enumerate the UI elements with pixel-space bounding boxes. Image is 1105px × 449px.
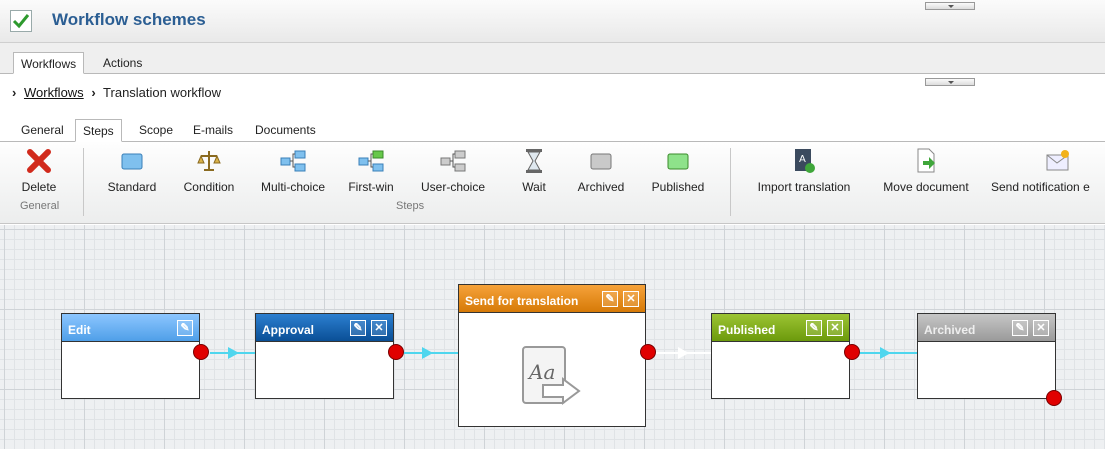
move-document-button[interactable]: Move document <box>870 148 982 194</box>
collapse-handle[interactable] <box>925 2 975 10</box>
delete-label: Delete <box>21 180 57 194</box>
step-firstwin-button[interactable]: First-win <box>340 148 402 194</box>
import-translation-label: Import translation <box>757 180 851 194</box>
svg-text:Aa: Aa <box>527 360 555 384</box>
published-step-icon <box>666 148 690 174</box>
import-translation-button[interactable]: A Import translation <box>744 148 864 194</box>
step-title: Archived <box>924 323 976 337</box>
step-multichoice-label: Multi-choice <box>260 180 326 194</box>
delete-button[interactable]: Delete <box>10 148 68 194</box>
checkmark-icon <box>10 10 32 32</box>
output-port[interactable] <box>640 344 656 360</box>
sub-tabs: General Steps Scope E-mails Documents <box>0 116 1105 142</box>
close-icon[interactable]: ✕ <box>371 320 387 336</box>
step-header: Send for translation ✎ ✕ <box>459 285 645 313</box>
output-port[interactable] <box>388 344 404 360</box>
breadcrumb: › Workflows › Translation workflow <box>12 85 221 100</box>
move-document-label: Move document <box>883 180 969 194</box>
connector-arrow-icon <box>678 347 689 359</box>
step-standard-label: Standard <box>107 180 157 194</box>
tab-general[interactable]: General <box>14 119 71 142</box>
step-title: Edit <box>68 323 91 337</box>
edit-icon[interactable]: ✎ <box>350 320 366 336</box>
step-wait-label: Wait <box>522 180 546 194</box>
ribbon-group-general: General <box>20 200 60 212</box>
firstwin-icon <box>358 148 384 174</box>
output-port[interactable] <box>1046 390 1062 406</box>
step-archived-button[interactable]: Archived <box>570 148 632 194</box>
workflow-step-published[interactable]: Published ✎ ✕ <box>711 313 850 399</box>
move-document-icon <box>914 148 938 174</box>
delete-icon <box>26 148 52 174</box>
step-published-button[interactable]: Published <box>640 148 716 194</box>
collapse-handle-2[interactable] <box>925 78 975 86</box>
standard-step-icon <box>120 148 144 174</box>
ribbon-group-steps: Steps <box>396 200 425 212</box>
step-standard-button[interactable]: Standard <box>98 148 166 194</box>
edit-icon[interactable]: ✎ <box>1012 320 1028 336</box>
edit-icon[interactable]: ✎ <box>602 291 618 307</box>
edit-icon[interactable]: ✎ <box>177 320 193 336</box>
connector-arrow-icon <box>422 347 433 359</box>
step-archived-label: Archived <box>577 180 625 194</box>
connector-arrow-icon <box>880 347 891 359</box>
connector-arrow-icon <box>228 347 239 359</box>
tab-workflows[interactable]: Workflows <box>13 52 85 74</box>
step-multichoice-button[interactable]: Multi-choice <box>252 148 334 194</box>
workflow-step-approval[interactable]: Approval ✎ ✕ <box>255 313 394 399</box>
step-header: Published ✎ ✕ <box>712 314 849 342</box>
edit-icon[interactable]: ✎ <box>806 320 822 336</box>
breadcrumb-arrow-icon: › <box>12 85 17 100</box>
tab-emails[interactable]: E-mails <box>186 119 240 142</box>
step-title: Send for translation <box>465 294 579 308</box>
send-notification-button[interactable]: Send notification e <box>988 148 1105 194</box>
tab-actions[interactable]: Actions <box>96 52 149 74</box>
translation-icon: Aa <box>521 345 585 410</box>
step-header: Approval ✎ ✕ <box>256 314 393 342</box>
output-port[interactable] <box>193 344 209 360</box>
workflow-step-edit[interactable]: Edit ✎ <box>61 313 200 399</box>
page-title: Workflow schemes <box>52 10 206 29</box>
ribbon-separator <box>83 148 84 216</box>
step-title: Published <box>718 323 776 337</box>
scales-icon <box>196 148 222 174</box>
breadcrumb-link-workflows[interactable]: Workflows <box>24 85 84 100</box>
title-bar: Workflow schemes <box>0 0 1105 43</box>
send-notification-label: Send notification e <box>991 180 1090 194</box>
breadcrumb-current: Translation workflow <box>103 85 222 100</box>
envelope-icon <box>1045 148 1071 174</box>
step-firstwin-label: First-win <box>348 180 394 194</box>
svg-text:A: A <box>799 154 806 165</box>
close-icon[interactable]: ✕ <box>827 320 843 336</box>
archived-step-icon <box>589 148 613 174</box>
ribbon-toolbar: Delete General Standard Condition Multi-… <box>0 142 1105 224</box>
workflow-step-send-for-translation[interactable]: Send for translation ✎ ✕ Aa <box>458 284 646 427</box>
import-translation-icon: A <box>792 148 816 174</box>
step-userchoice-label: User-choice <box>420 180 486 194</box>
step-published-label: Published <box>651 180 705 194</box>
workflow-step-archived[interactable]: Archived ✎ ✕ <box>917 313 1056 399</box>
step-condition-button[interactable]: Condition <box>174 148 244 194</box>
hourglass-icon <box>524 148 544 174</box>
step-condition-label: Condition <box>183 180 235 194</box>
step-header: Archived ✎ ✕ <box>918 314 1055 342</box>
close-icon[interactable]: ✕ <box>1033 320 1049 336</box>
multichoice-icon <box>280 148 306 174</box>
tab-documents[interactable]: Documents <box>248 119 323 142</box>
userchoice-icon <box>440 148 466 174</box>
ribbon-separator <box>730 148 731 216</box>
step-header: Edit ✎ <box>62 314 199 342</box>
workflow-canvas[interactable]: Edit ✎ Approval ✎ ✕ Send for translation… <box>0 225 1105 449</box>
close-icon[interactable]: ✕ <box>623 291 639 307</box>
step-wait-button[interactable]: Wait <box>512 148 556 194</box>
output-port[interactable] <box>844 344 860 360</box>
main-tabs: Workflows Actions <box>0 43 1105 74</box>
tab-steps[interactable]: Steps <box>75 119 122 142</box>
tab-scope[interactable]: Scope <box>132 119 180 142</box>
step-userchoice-button[interactable]: User-choice <box>408 148 498 194</box>
breadcrumb-arrow-icon: › <box>91 85 96 100</box>
step-title: Approval <box>262 323 315 337</box>
